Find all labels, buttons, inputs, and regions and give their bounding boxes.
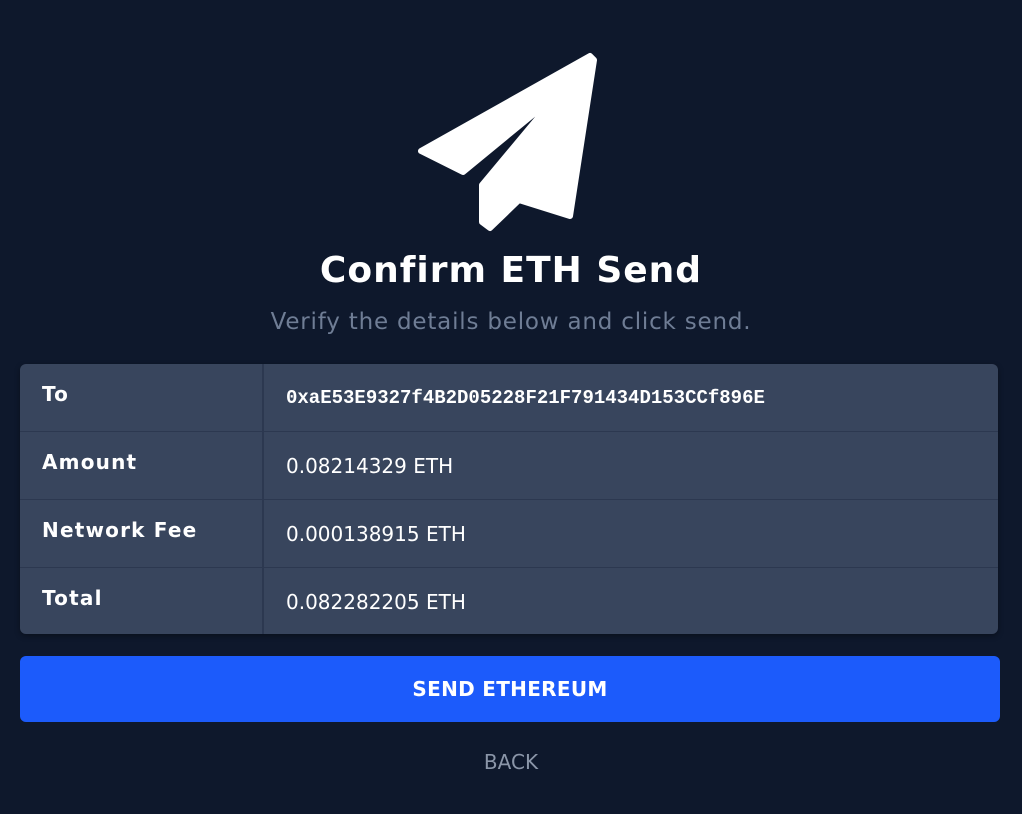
recipient-row: To 0xaE53E9327f4B2D05228F21F791434D153CC… — [20, 364, 998, 432]
network-fee-label: Network Fee — [42, 518, 198, 542]
column-divider — [262, 500, 264, 567]
column-divider — [262, 364, 264, 431]
amount-label: Amount — [42, 450, 138, 474]
amount-row: Amount 0.08214329 ETH — [20, 432, 998, 500]
transaction-details-table: To 0xaE53E9327f4B2D05228F21F791434D153CC… — [20, 364, 998, 634]
page-title: Confirm ETH Send — [319, 250, 703, 291]
column-divider — [262, 432, 264, 499]
paper-plane-icon — [418, 53, 597, 231]
recipient-address: 0xaE53E9327f4B2D05228F21F791434D153CCf89… — [286, 387, 765, 409]
column-divider — [262, 568, 264, 634]
total-value: 0.082282205 ETH — [286, 590, 466, 614]
confirm-send-screen: Confirm ETH Send Verify the details belo… — [0, 0, 1022, 814]
back-button[interactable]: BACK — [0, 748, 1022, 776]
recipient-label: To — [42, 382, 70, 406]
total-label: Total — [42, 586, 103, 610]
send-ethereum-button[interactable]: SEND ETHEREUM — [20, 656, 1000, 722]
page-subtitle: Verify the details below and click send. — [270, 309, 752, 335]
network-fee-row: Network Fee 0.000138915 ETH — [20, 500, 998, 568]
total-row: Total 0.082282205 ETH — [20, 568, 998, 634]
network-fee-value: 0.000138915 ETH — [286, 522, 466, 546]
amount-value: 0.08214329 ETH — [286, 454, 454, 478]
